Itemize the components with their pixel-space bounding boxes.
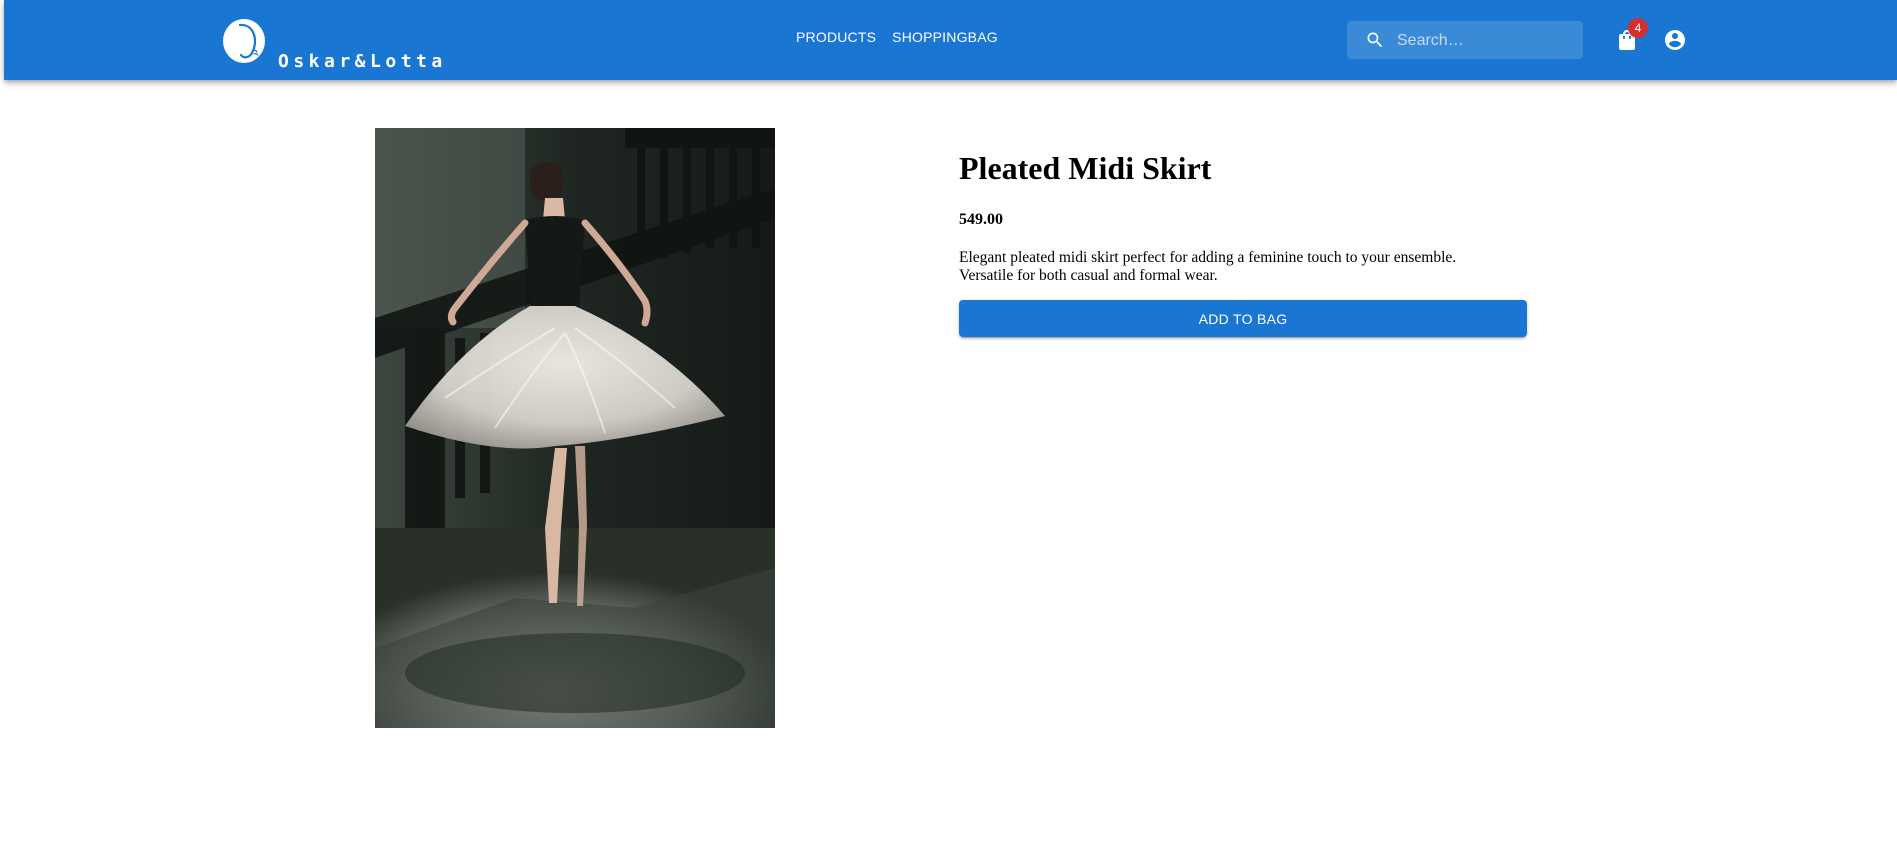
oskar-lotta-logo-icon (223, 19, 265, 63)
product-price: 549.00 (959, 211, 1003, 228)
brand-logo[interactable]: Oskar&Lotta (222, 14, 462, 74)
cart-count-badge: 4 (1628, 18, 1648, 38)
search-box (1347, 21, 1583, 61)
product-image (375, 128, 775, 728)
nav-link-products[interactable]: PRODUCTS (796, 29, 876, 45)
add-to-bag-button[interactable]: ADD TO BAG (959, 300, 1527, 337)
product-description: Elegant pleated midi skirt perfect for a… (959, 249, 1457, 284)
product-title: Pleated Midi Skirt (959, 150, 1212, 186)
search-icon (1367, 32, 1383, 48)
main-nav: PRODUCTS SHOPPINGBAG (796, 29, 998, 45)
brand-name: Oskar&Lotta (278, 51, 447, 72)
app-bar: Oskar&Lotta PRODUCTS SHOPPINGBAG 4 (4, 0, 1897, 80)
account-button[interactable] (1663, 28, 1687, 52)
search-input[interactable] (1395, 21, 1579, 61)
nav-link-shoppingbag[interactable]: SHOPPINGBAG (892, 29, 998, 45)
account-circle-icon (1665, 30, 1685, 50)
shopping-bag-button[interactable]: 4 (1615, 18, 1648, 52)
product-details: Pleated Midi Skirt 549.00 Elegant pleate… (959, 150, 1527, 337)
